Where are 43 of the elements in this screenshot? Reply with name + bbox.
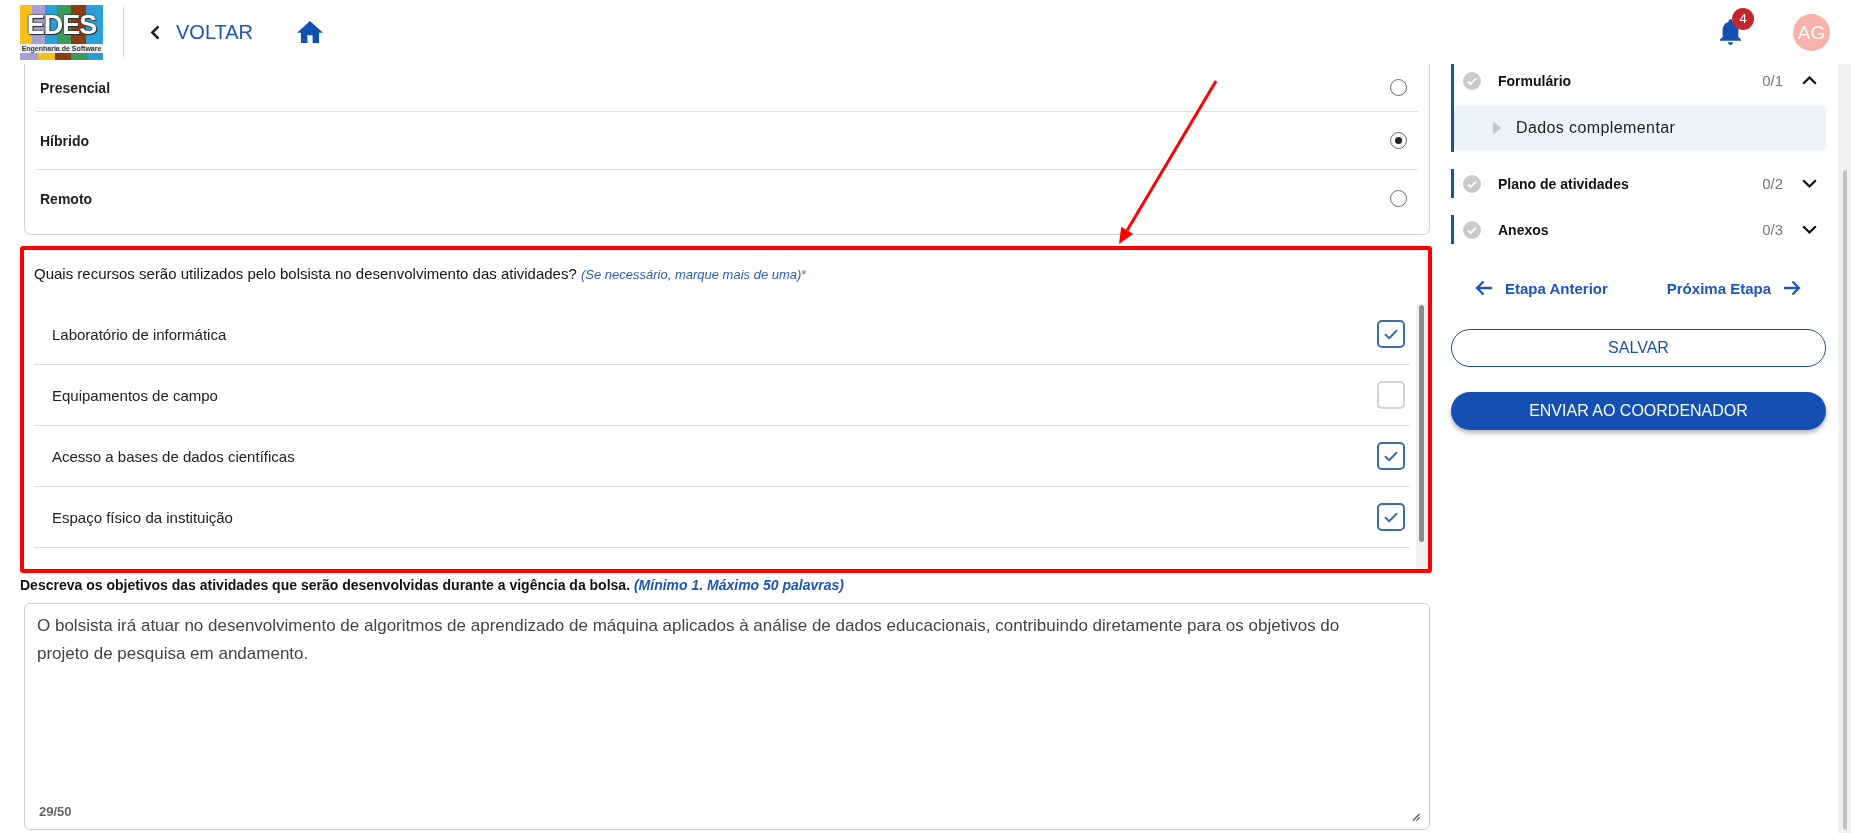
chevron-down-icon[interactable] — [1802, 225, 1817, 234]
chevron-down-icon[interactable] — [1802, 179, 1817, 188]
bell-icon[interactable] — [1720, 19, 1741, 45]
arrow-left-icon — [1475, 280, 1493, 296]
progress-count: 0/2 — [1762, 175, 1783, 192]
section-title[interactable]: Anexos — [1498, 221, 1549, 238]
resize-grip-icon[interactable] — [1412, 813, 1420, 821]
option-label: Híbrido — [40, 132, 89, 149]
section-title[interactable]: Plano de atividades — [1498, 175, 1629, 192]
notification-badge: 4 — [1732, 8, 1754, 30]
chevron-left-icon — [150, 24, 160, 40]
checkmark-icon — [1384, 511, 1398, 523]
textarea-text: O bolsista irá atuar no desenvolvimento de algoritmos de aprendizado de máquina aplicados à análise de dados educacionais, contribuindo diretamente para os objetivos do projeto de pesquisa em andamento. — [37, 615, 1341, 665]
field-label: Descreva os objetivos das atividades que serão desenvolvidas durante a vigência da bolsa. (Mínimo 1. Máximo 50 palavras) — [20, 577, 845, 593]
next-step-link[interactable]: Próxima Etapa — [1666, 279, 1801, 297]
sidebar-subitem[interactable]: Dados complementar — [1454, 106, 1826, 150]
back-link[interactable]: VOLTAR — [150, 20, 254, 44]
progress-count: 0/1 — [1762, 72, 1783, 89]
submit-button[interactable]: ENVIAR AO COORDENADOR — [1451, 392, 1826, 430]
option-label: Espaço físico da instituição — [52, 508, 233, 526]
logo-wordmark: EDES — [26, 8, 97, 42]
progress-count: 0/3 — [1762, 221, 1783, 238]
caret-right-icon — [1493, 121, 1501, 135]
section-title[interactable]: Formulário — [1498, 72, 1572, 89]
scrollbar-thumb[interactable] — [1419, 305, 1424, 542]
option-label: Acesso a bases de dados científicas — [52, 447, 295, 465]
checkbox[interactable] — [1377, 442, 1405, 470]
checkbox[interactable] — [1377, 503, 1405, 531]
question-label: Quais recursos serão utilizados pelo bolsista no desenvolvimento das atividades? (Se necessário, marque mais de uma)* — [34, 264, 808, 284]
save-button[interactable]: SALVAR — [1451, 329, 1826, 367]
word-counter: 29/50 — [39, 804, 72, 819]
checkbox[interactable] — [1377, 320, 1405, 348]
option-label: Presencial — [40, 79, 111, 96]
checkmark-icon — [1384, 450, 1398, 462]
option-label: Laboratório de informática — [52, 325, 227, 343]
home-icon[interactable] — [297, 21, 324, 43]
arrow-right-icon — [1783, 280, 1801, 296]
scrollbar-thumb[interactable] — [1843, 170, 1847, 830]
checkmark-icon — [1384, 328, 1398, 340]
option-label: Equipamentos de campo — [52, 386, 218, 404]
previous-step-link[interactable]: Etapa Anterior — [1475, 279, 1608, 297]
option-label: Remoto — [40, 190, 93, 207]
chevron-up-icon[interactable] — [1802, 76, 1817, 85]
